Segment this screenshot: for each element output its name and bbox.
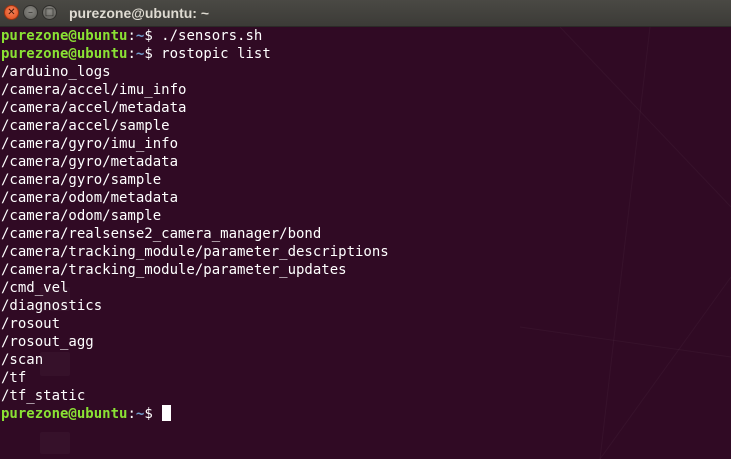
- output-line: /tf_static: [1, 388, 86, 404]
- text-cursor[interactable]: [162, 405, 172, 421]
- prompt-symbol: $: [144, 406, 162, 422]
- minimize-icon[interactable]: –: [23, 5, 38, 20]
- output-line: /cmd_vel: [1, 280, 69, 296]
- prompt-separator: :: [127, 406, 136, 422]
- terminal-window: ✕ – □ purezone@ubuntu: ~ purezone@ubuntu…: [0, 0, 731, 459]
- terminal-output: purezone@ubuntu:~$ rostopic list /arduin…: [1, 45, 389, 423]
- prompt-user-host: purezone@ubuntu: [1, 406, 128, 422]
- output-line: /arduino_logs: [1, 64, 111, 80]
- output-line: /camera/accel/sample: [1, 118, 170, 134]
- output-line: /rosout: [1, 316, 61, 332]
- close-icon[interactable]: ✕: [4, 5, 19, 20]
- output-line: /camera/realsense2_camera_manager/bond: [1, 226, 322, 242]
- prompt-separator: :: [127, 28, 136, 44]
- maximize-icon[interactable]: □: [42, 5, 57, 20]
- command-text: ./sensors.sh: [161, 28, 263, 44]
- output-line: /camera/odom/sample: [1, 208, 162, 224]
- window-title: purezone@ubuntu: ~: [69, 5, 210, 21]
- terminal-area[interactable]: purezone@ubuntu:~$ ./sensors.sh purezone…: [0, 27, 731, 459]
- output-line: /rosout_agg: [1, 334, 94, 350]
- terminal-line[interactable]: purezone@ubuntu:~$: [1, 405, 389, 423]
- terminal-line: purezone@ubuntu:~$ rostopic list: [1, 45, 389, 63]
- output-line: /camera/gyro/sample: [1, 172, 162, 188]
- terminal-line: purezone@ubuntu:~$ ./sensors.sh: [1, 27, 262, 45]
- output-line: /camera/tracking_module/parameter_update…: [1, 262, 347, 278]
- output-line: /camera/odom/metadata: [1, 190, 179, 206]
- command-text: rostopic list: [161, 46, 271, 62]
- title-bar[interactable]: ✕ – □ purezone@ubuntu: ~: [0, 0, 731, 27]
- prompt-symbol: $: [144, 46, 162, 62]
- prompt-user-host: purezone@ubuntu: [1, 46, 128, 62]
- output-line: /camera/gyro/imu_info: [1, 136, 179, 152]
- output-line: /diagnostics: [1, 298, 103, 314]
- output-line: /tf: [1, 370, 27, 386]
- prompt-separator: :: [127, 46, 136, 62]
- output-line: /camera/accel/metadata: [1, 100, 187, 116]
- output-line: /camera/accel/imu_info: [1, 82, 187, 98]
- output-line: /camera/gyro/metadata: [1, 154, 179, 170]
- prompt-user-host: purezone@ubuntu: [1, 28, 128, 44]
- output-line: /scan: [1, 352, 44, 368]
- output-line: /camera/tracking_module/parameter_descri…: [1, 244, 389, 260]
- prompt-symbol: $: [144, 28, 162, 44]
